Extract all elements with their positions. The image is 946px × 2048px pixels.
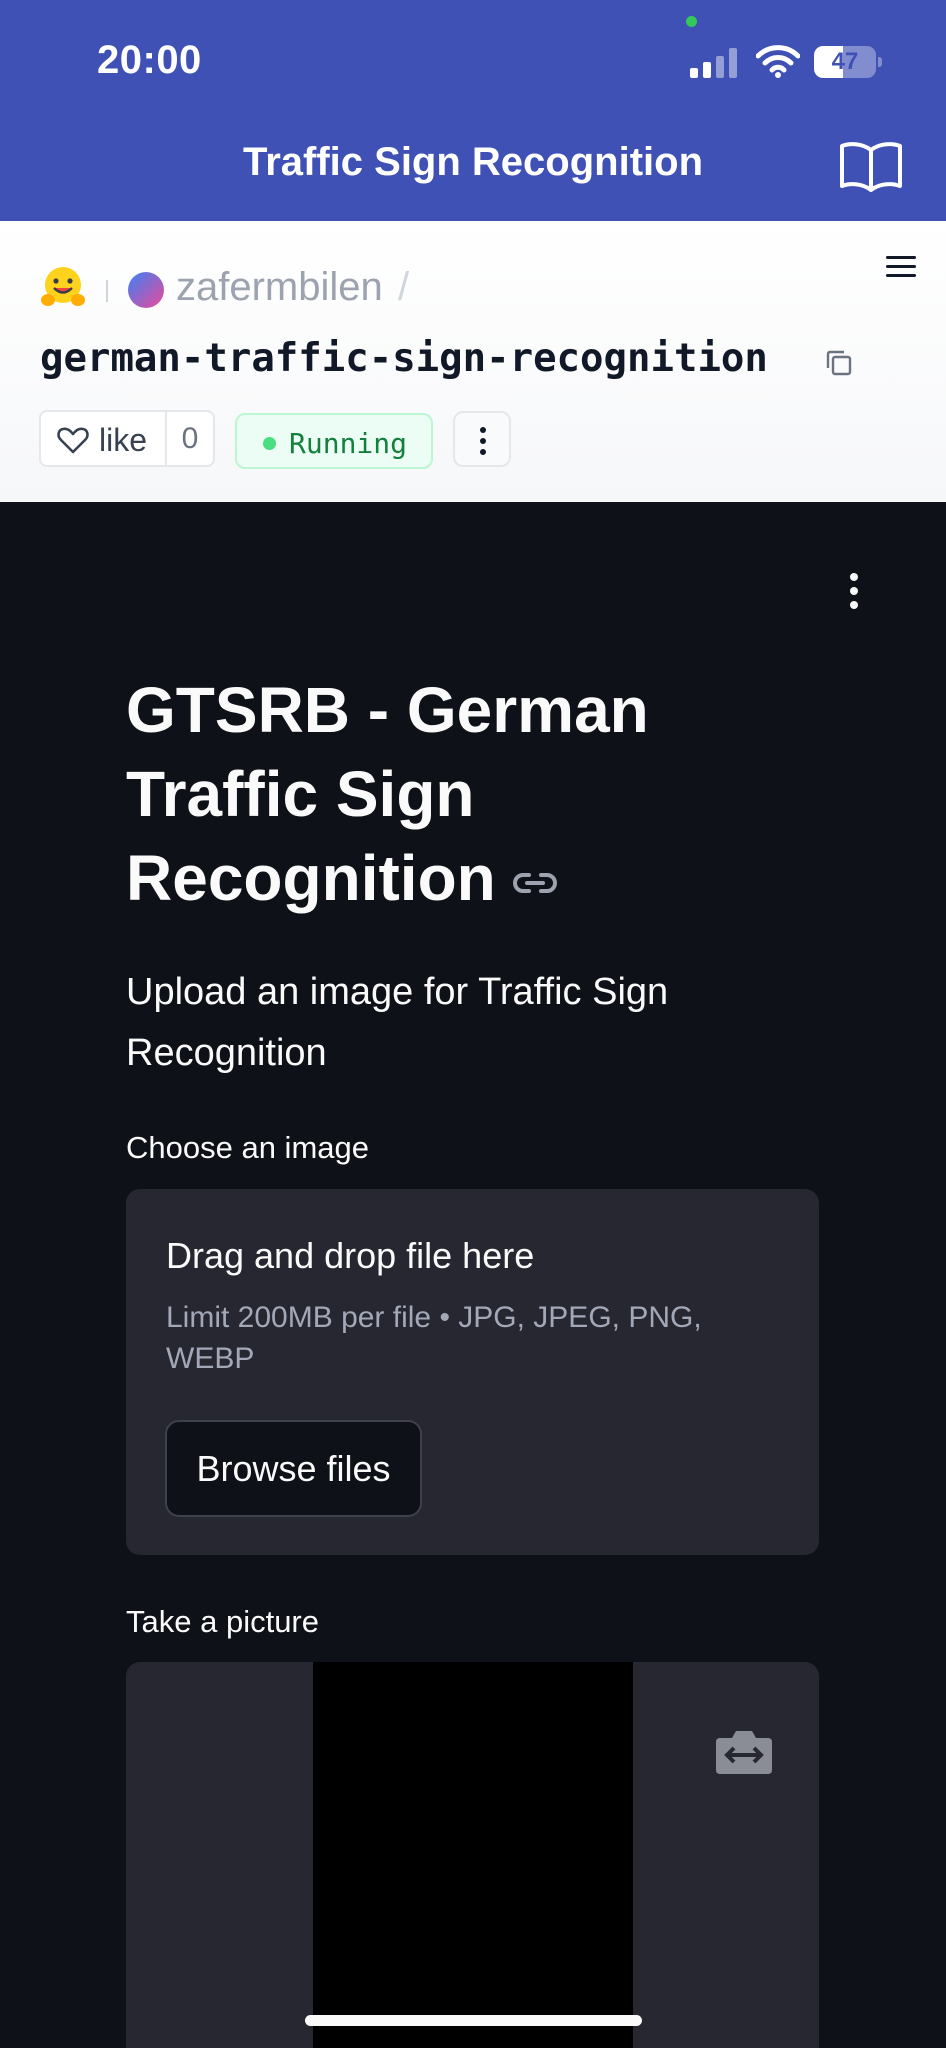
camera-input[interactable] [126, 1662, 819, 2048]
cellular-signal-icon [690, 48, 737, 78]
battery-level: 47 [831, 48, 859, 75]
status-time: 20:00 [97, 38, 202, 82]
header-divider [106, 280, 108, 302]
page-title: Traffic Sign Recognition [242, 140, 704, 184]
browse-files-button[interactable]: Browse files [165, 1420, 422, 1517]
book-icon[interactable] [838, 140, 904, 192]
app-menu-icon[interactable] [846, 573, 862, 609]
hugging-face-logo-icon[interactable] [40, 264, 86, 310]
hamburger-menu-icon[interactable] [884, 253, 918, 281]
status-label: Running [289, 427, 408, 460]
dropzone-limit: Limit 200MB per file • JPG, JPEG, PNG, W… [166, 1301, 702, 1375]
repo-name[interactable]: german-traffic-sign-recognition [40, 336, 768, 381]
uploader-label: Choose an image [126, 1130, 369, 1165]
app-title-text: GTSRB - German Traffic Sign Recognition [126, 674, 649, 914]
heart-icon [57, 427, 89, 454]
camera-preview [313, 1662, 633, 2048]
file-uploader-dropzone[interactable]: Drag and drop file here Limit 200MB per … [126, 1189, 819, 1555]
app-title: GTSRB - German Traffic Sign Recognition [126, 668, 686, 920]
status-badge[interactable]: Running [235, 413, 433, 469]
camera-indicator [686, 16, 697, 27]
copy-icon[interactable] [824, 348, 854, 378]
switch-camera-icon[interactable] [714, 1726, 774, 1776]
like-count: 0 [181, 422, 199, 455]
browse-files-label: Browse files [196, 1448, 391, 1489]
more-options-button[interactable] [453, 411, 511, 467]
owner-name[interactable]: zafermbilen [176, 265, 383, 310]
status-dot [263, 437, 276, 450]
wifi-icon [756, 45, 800, 78]
dropzone-title: Drag and drop file here [166, 1235, 535, 1276]
battery-icon: 47 [814, 46, 882, 78]
app-description: Upload an image for Traffic Sign Recogni… [126, 971, 669, 1074]
like-button[interactable]: like 0 [39, 410, 215, 467]
path-separator: / [398, 265, 410, 309]
home-indicator [305, 2015, 642, 2026]
anchor-link-icon[interactable] [512, 871, 558, 895]
camera-label: Take a picture [126, 1604, 319, 1639]
like-label: like [99, 422, 148, 458]
app-navigation-bar: 20:00 47 Traffic Sign Recognition [0, 0, 946, 221]
owner-avatar[interactable] [128, 272, 164, 308]
